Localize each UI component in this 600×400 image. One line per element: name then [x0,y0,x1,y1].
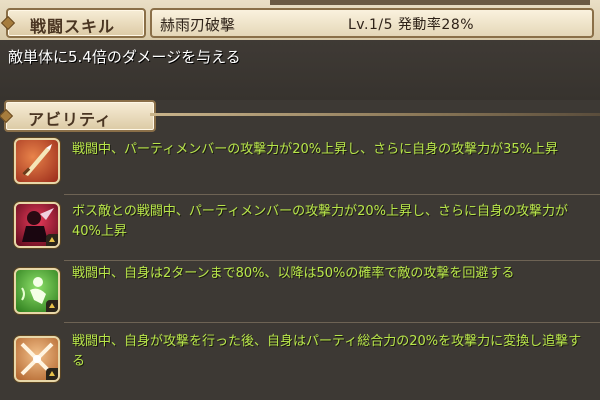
sword-icon [14,138,60,184]
skill-header-bar: 戦闘スキル 赫雨刃破撃 Lv.1/5 発動率28% [0,0,600,42]
up-badge-icon [46,368,58,380]
ability-row: 戦闘中、自身が攻撃を行った後、自身はパーティ総合力の20%を攻撃力に変換し追撃す… [0,326,600,392]
skill-name: 赫雨刃破撃 [160,16,236,34]
boss-attack-icon [14,202,60,248]
battle-skill-tab: 戦闘スキル [0,8,146,38]
ability-description: 戦闘中、パーティメンバーの攻撃力が20%上昇し、さらに自身の攻撃力が35%上昇 [72,142,559,157]
skill-description-area: 敵単体に5.4倍のダメージを与える [0,40,600,100]
up-badge-icon [46,300,58,312]
skill-description: 敵単体に5.4倍のダメージを与える [8,48,241,66]
ability-label: アビリティ [28,110,113,129]
battle-skill-label: 戦闘スキル [30,17,116,36]
ability-description: ボス敵との戦闘中、パーティメンバーの攻撃力が20%上昇し、さらに自身の攻撃力が4… [72,204,568,239]
ability-description: 戦闘中、自身は2ターンまで80%、以降は50%の確率で敵の攻撃を回避する [72,266,515,281]
row-divider [64,194,600,195]
ornament-icon [0,15,16,31]
ornament-icon [0,108,14,124]
row-divider [64,322,600,323]
row-divider [64,260,600,261]
ability-header-rule [150,113,600,116]
ability-row: 戦闘中、パーティメンバーの攻撃力が20%上昇し、さらに自身の攻撃力が35%上昇 [0,134,600,200]
header-rim [270,0,590,5]
skill-name-box: 赫雨刃破撃 Lv.1/5 発動率28% [150,8,594,38]
crossed-swords-icon [14,336,60,382]
skill-level-rate: Lv.1/5 発動率28% [348,17,475,33]
ability-row: 戦闘中、自身は2ターンまで80%、以降は50%の確率で敵の攻撃を回避する [0,264,600,330]
ability-list: 戦闘中、パーティメンバーの攻撃力が20%上昇し、さらに自身の攻撃力が35%上昇 … [0,128,600,400]
up-badge-icon [46,234,58,246]
ability-row: ボス敵との戦闘中、パーティメンバーの攻撃力が20%上昇し、さらに自身の攻撃力が4… [0,198,600,264]
ability-description: 戦闘中、自身が攻撃を行った後、自身はパーティ総合力の20%を攻撃力に変換し追撃す… [72,334,582,369]
dodge-icon [14,268,60,314]
